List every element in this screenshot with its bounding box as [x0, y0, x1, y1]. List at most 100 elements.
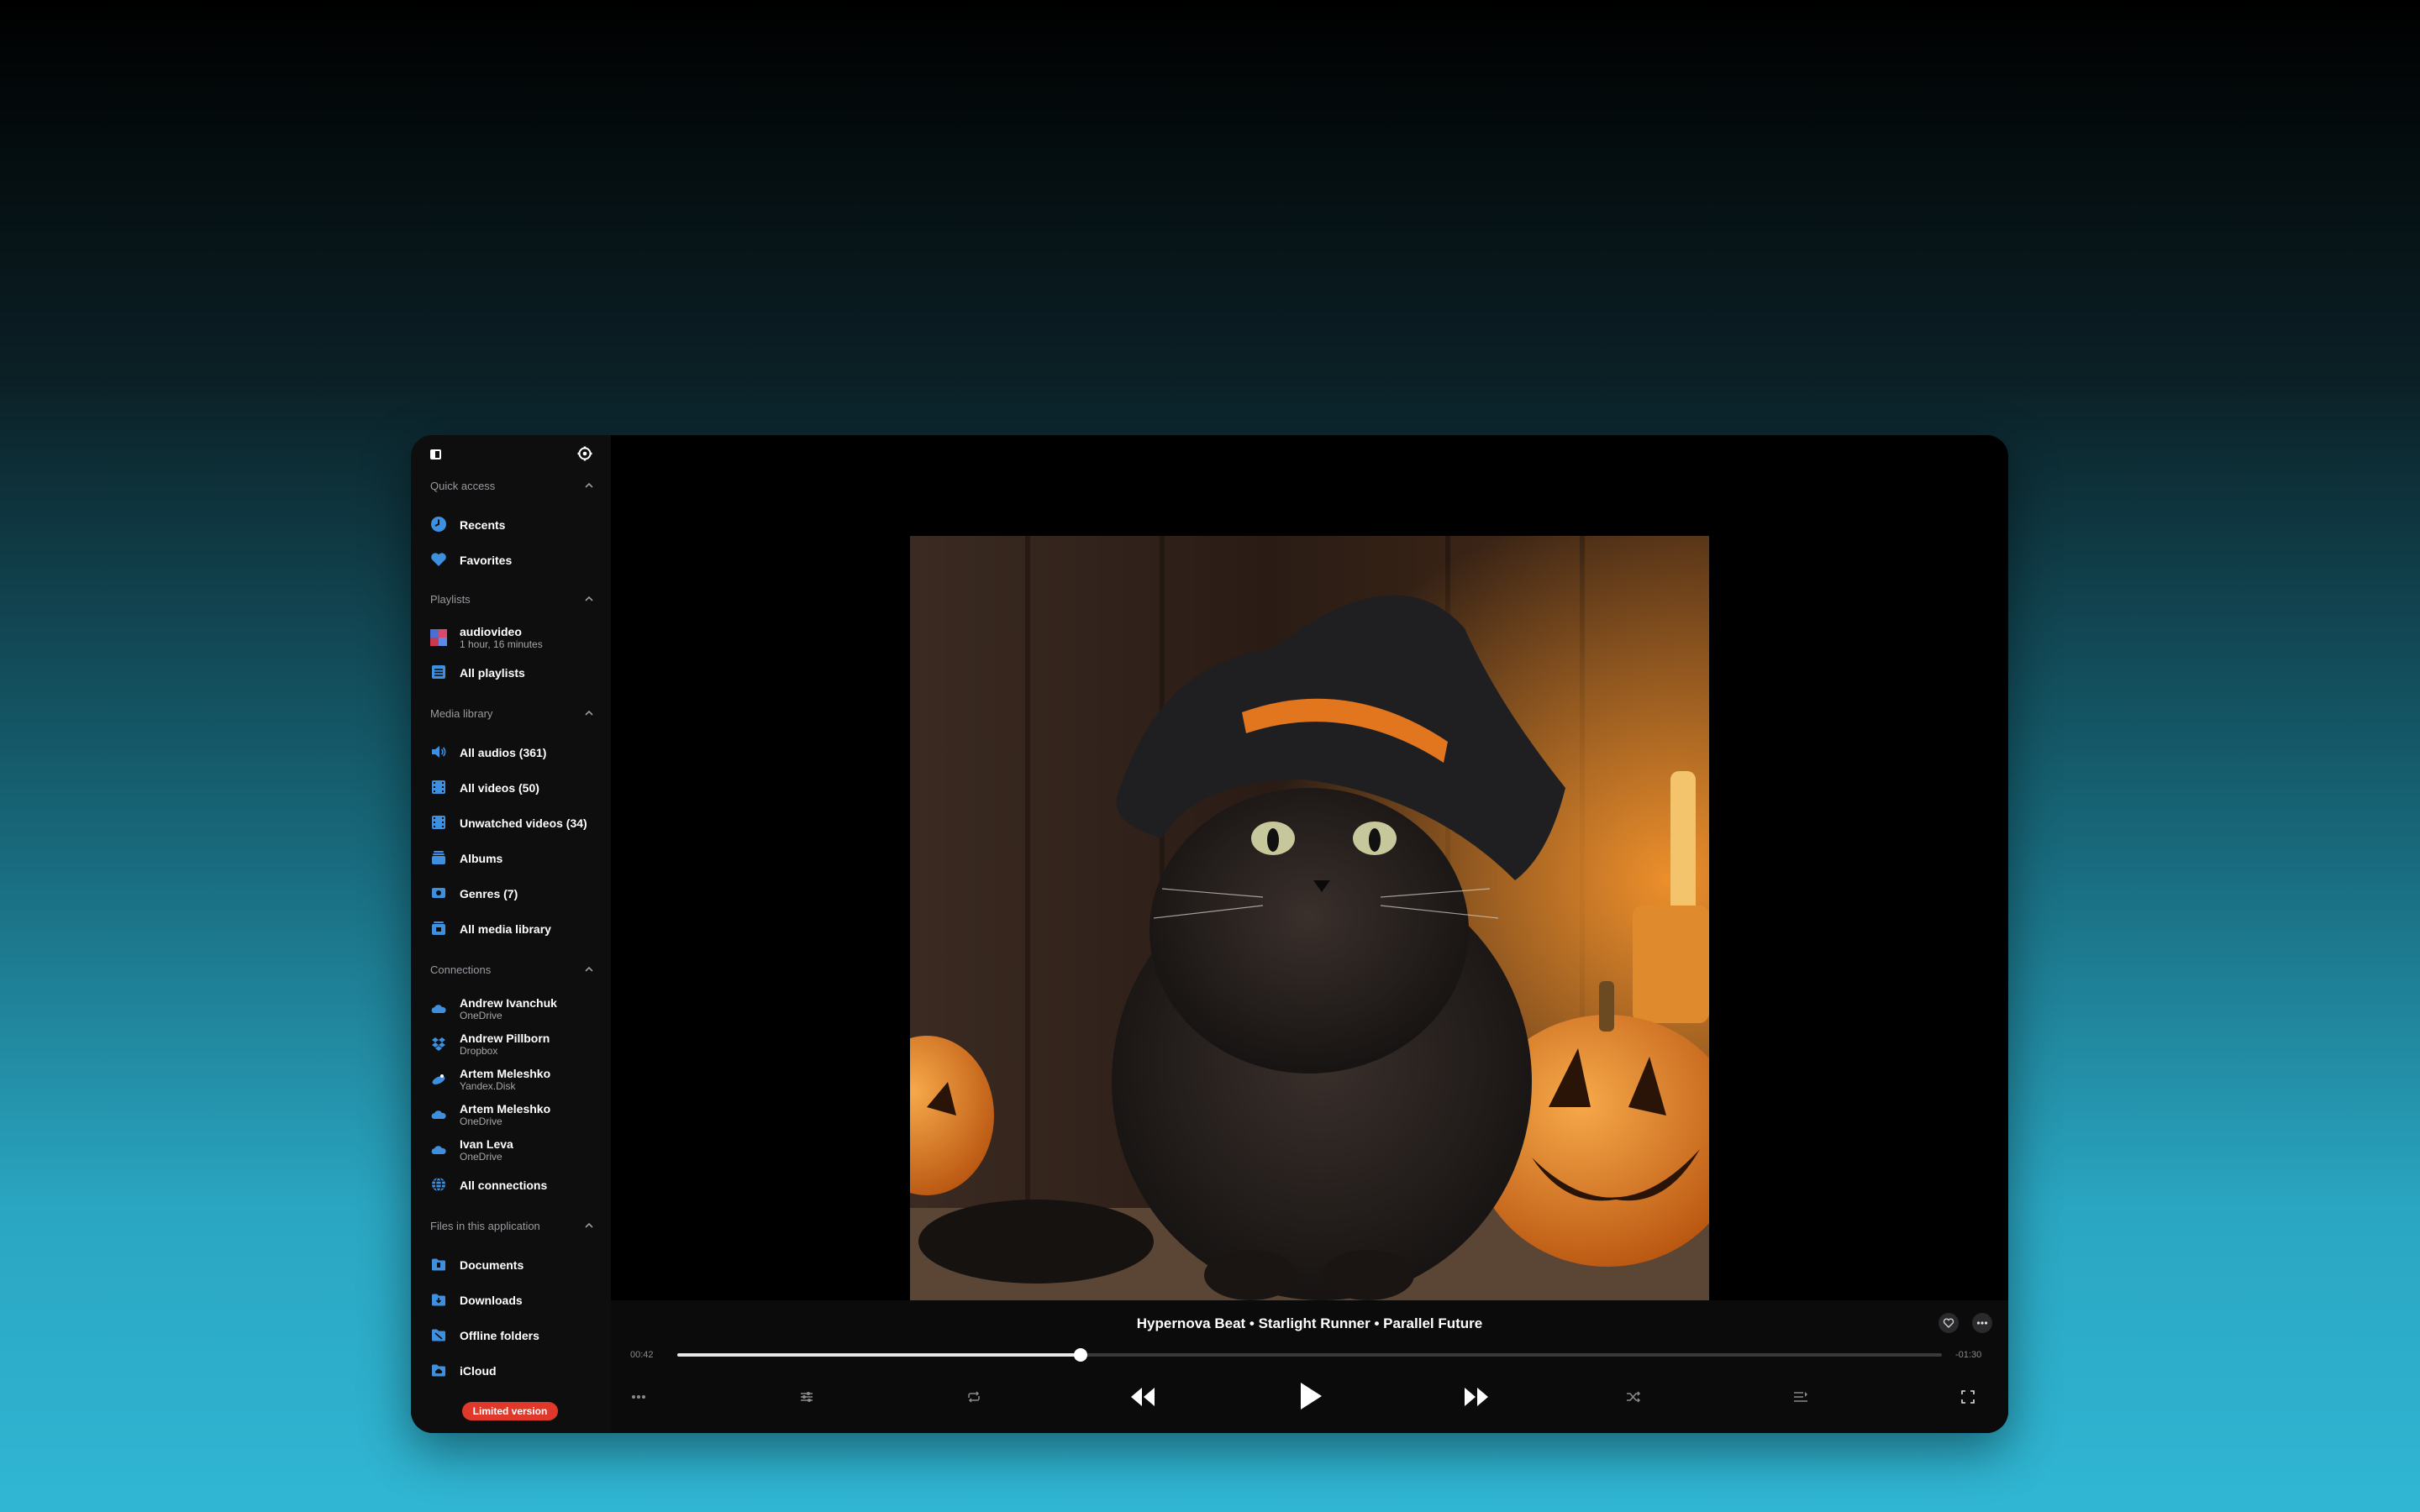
- ellipsis-icon[interactable]: [631, 1394, 646, 1399]
- sidebar-item-label: Downloads: [460, 1294, 523, 1307]
- folder-offline-icon: [432, 1329, 445, 1341]
- folder-documents-icon: [432, 1258, 445, 1271]
- favorite-button[interactable]: [1939, 1313, 1959, 1333]
- sidebar-item-connection-andrew-pillborn[interactable]: Andrew Pillborn Dropbox: [430, 1031, 598, 1058]
- gear-icon[interactable]: [577, 446, 592, 461]
- section-title: Connections: [430, 963, 492, 976]
- elapsed-time: 00:42: [630, 1350, 654, 1360]
- chevron-up-icon: [585, 596, 593, 601]
- remaining-time: -01:30: [1955, 1350, 1982, 1360]
- sidebar-item-playlist-audiovideo[interactable]: audiovideo 1 hour, 16 minutes: [430, 624, 598, 651]
- limited-version-badge[interactable]: Limited version: [462, 1402, 558, 1420]
- sidebar-item-sublabel: Yandex.Disk: [460, 1080, 516, 1092]
- sidebar-item-all-media-library[interactable]: All media library: [430, 915, 598, 942]
- sidebar-item-all-audios[interactable]: All audios (361): [430, 738, 598, 765]
- album-stack-icon: [432, 851, 445, 864]
- album-artwork: [910, 536, 1709, 1300]
- section-quick-access[interactable]: Quick access: [430, 480, 594, 496]
- sidebar-item-label: iCloud: [460, 1364, 497, 1378]
- sidebar-item-offline-folders[interactable]: Offline folders: [430, 1321, 598, 1348]
- sidebar-item-favorites[interactable]: Favorites: [430, 546, 598, 573]
- sidebar-item-label: Recents: [460, 518, 506, 532]
- queue-icon[interactable]: [1793, 1390, 1808, 1404]
- sidebar-item-icloud[interactable]: iCloud: [430, 1357, 598, 1383]
- speaker-icon: [432, 746, 446, 758]
- sidebar-item-label: All audios (361): [460, 746, 547, 759]
- section-playlists[interactable]: Playlists: [430, 593, 594, 610]
- shuffle-icon[interactable]: [1626, 1390, 1641, 1404]
- section-media-library[interactable]: Media library: [430, 707, 594, 724]
- sidebar-item-all-playlists[interactable]: All playlists: [430, 659, 598, 685]
- sidebar-item-label: All media library: [460, 922, 551, 936]
- heart-outline-icon: [1943, 1318, 1954, 1328]
- chevron-up-icon: [585, 966, 593, 972]
- sidebar-item-sublabel: OneDrive: [460, 1151, 502, 1163]
- sidebar-item-connection-andrew-ivanchuk[interactable]: Andrew Ivanchuk OneDrive: [430, 995, 598, 1022]
- sidebar-item-sublabel: OneDrive: [460, 1010, 502, 1021]
- section-title: Quick access: [430, 480, 496, 492]
- folder-downloads-icon: [432, 1294, 445, 1306]
- onedrive-icon: [431, 1110, 446, 1119]
- library-icon: [432, 921, 445, 935]
- section-title: Media library: [430, 707, 493, 720]
- sidebar-item-all-connections[interactable]: All connections: [430, 1171, 598, 1198]
- sidebar-item-recents[interactable]: Recents: [430, 511, 598, 538]
- fast-forward-icon[interactable]: [1463, 1384, 1490, 1410]
- sidebar-item-connection-ivan-leva[interactable]: Ivan Leva OneDrive: [430, 1137, 598, 1163]
- equalizer-icon[interactable]: [800, 1390, 813, 1404]
- onedrive-icon: [431, 1146, 446, 1154]
- onedrive-icon: [431, 1005, 446, 1013]
- player-controls: Hypernova Beat • Starlight Runner • Para…: [611, 1300, 2008, 1433]
- sidebar-item-label: Artem Meleshko: [460, 1067, 551, 1080]
- sidebar-item-label: Artem Meleshko: [460, 1102, 551, 1116]
- sidebar-item-connection-artem-meleshko-yandex[interactable]: Artem Meleshko Yandex.Disk: [430, 1066, 598, 1093]
- sidebar-item-documents[interactable]: Documents: [430, 1251, 598, 1278]
- film-icon: [432, 816, 445, 829]
- list-icon: [432, 665, 445, 679]
- sidebar-item-label: All connections: [460, 1179, 548, 1192]
- track-title: Hypernova Beat • Starlight Runner • Para…: [1136, 1315, 1483, 1331]
- sidebar-item-label: All videos (50): [460, 781, 539, 795]
- sidebar-item-label: Unwatched videos (34): [460, 816, 587, 830]
- chevron-up-icon: [585, 710, 593, 716]
- playlist-cover-icon: [430, 629, 447, 646]
- progress-knob[interactable]: [1074, 1348, 1088, 1362]
- sidebar-item-unwatched-videos[interactable]: Unwatched videos (34): [430, 809, 598, 836]
- sidebar-item-label: All playlists: [460, 666, 525, 680]
- sidebar-item-downloads[interactable]: Downloads: [430, 1286, 598, 1313]
- sidebar: Quick access Recents Favorites Playlists…: [411, 435, 611, 1433]
- globe-icon: [432, 1177, 445, 1192]
- sidebar-item-label: Genres (7): [460, 887, 518, 900]
- dropbox-icon: [432, 1037, 445, 1051]
- section-files[interactable]: Files in this application: [430, 1220, 594, 1236]
- sidebar-item-label: Andrew Ivanchuk: [460, 996, 557, 1010]
- sidebar-item-label: Documents: [460, 1258, 524, 1272]
- more-options-button[interactable]: [1972, 1313, 1992, 1333]
- sidebar-item-albums[interactable]: Albums: [430, 844, 598, 871]
- sidebar-item-label: Favorites: [460, 554, 513, 567]
- sidebar-item-all-videos[interactable]: All videos (50): [430, 774, 598, 801]
- sidebar-item-label: Ivan Leva: [460, 1137, 513, 1151]
- film-icon: [432, 780, 445, 794]
- sidebar-item-connection-artem-meleshko-onedrive[interactable]: Artem Meleshko OneDrive: [430, 1101, 598, 1128]
- sidebar-toggle-icon[interactable]: [430, 449, 441, 459]
- rewind-icon[interactable]: [1129, 1384, 1156, 1410]
- ellipsis-icon: [1976, 1321, 1988, 1325]
- yandex-disk-icon: [432, 1074, 445, 1084]
- play-icon[interactable]: [1298, 1381, 1323, 1411]
- sidebar-item-label: Andrew Pillborn: [460, 1032, 550, 1045]
- sidebar-item-label: audiovideo: [460, 625, 522, 638]
- section-connections[interactable]: Connections: [430, 963, 594, 980]
- chevron-up-icon: [585, 1222, 593, 1228]
- clock-icon: [431, 517, 446, 532]
- progress-fill: [677, 1353, 1081, 1357]
- chevron-up-icon: [585, 482, 593, 488]
- fullscreen-icon[interactable]: [1961, 1390, 1975, 1404]
- sidebar-item-sublabel: 1 hour, 16 minutes: [460, 638, 543, 650]
- sidebar-item-sublabel: OneDrive: [460, 1116, 502, 1127]
- section-title: Files in this application: [430, 1220, 540, 1232]
- progress-bar[interactable]: [677, 1348, 1942, 1362]
- repeat-icon[interactable]: [966, 1390, 981, 1404]
- sidebar-item-genres[interactable]: Genres (7): [430, 879, 598, 906]
- app-window: Quick access Recents Favorites Playlists…: [411, 435, 2008, 1433]
